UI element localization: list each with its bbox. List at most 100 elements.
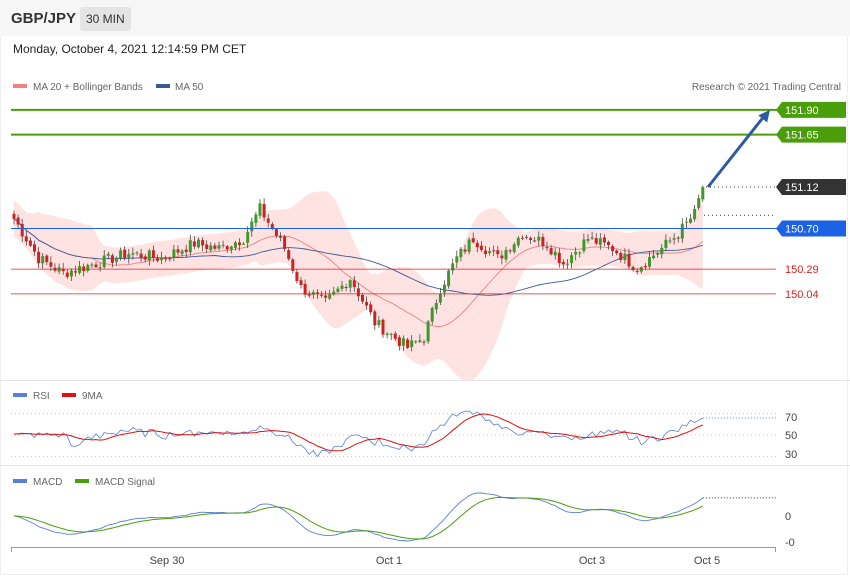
candle-body — [41, 256, 45, 264]
candle-body — [467, 239, 471, 252]
candle-body — [340, 285, 344, 289]
candle-body — [303, 283, 307, 295]
candle-body — [131, 253, 135, 255]
candle-body — [447, 270, 451, 287]
candle-body — [689, 218, 692, 223]
candle-body — [672, 238, 676, 240]
candle — [381, 318, 385, 338]
candle-body — [365, 301, 369, 306]
candle-body — [418, 340, 422, 342]
legend-swatch-rsi — [13, 393, 27, 397]
macd-panel — [13, 492, 776, 542]
candle-body — [16, 217, 20, 225]
candle-body — [279, 235, 282, 238]
candle-body — [324, 295, 328, 298]
candle-body — [348, 280, 352, 288]
candle-body — [570, 255, 574, 264]
candle-body — [168, 258, 172, 260]
chart-canvas: MA 20 + Bollinger Bands MA 50 Research ©… — [0, 82, 850, 567]
x-tick-sep30: Sep 30 — [150, 555, 185, 567]
candle-body — [496, 250, 500, 255]
candle — [258, 199, 262, 219]
candle-body — [320, 294, 323, 296]
candle-body — [615, 250, 619, 254]
candle-body — [102, 255, 106, 268]
candle-body — [463, 249, 467, 252]
macd-line — [13, 492, 704, 542]
candle-body — [361, 294, 364, 302]
candle-body — [598, 238, 602, 245]
candle-body — [143, 256, 147, 260]
candle-body — [406, 339, 410, 348]
candle-body — [443, 284, 446, 293]
candle-body — [188, 240, 192, 253]
candle-body — [697, 198, 701, 208]
legend-macd-signal: MACD Signal — [95, 477, 155, 488]
candle-body — [402, 338, 405, 346]
candle-body — [410, 340, 414, 348]
legend-swatch-ma50 — [156, 84, 170, 88]
candle-body — [664, 239, 668, 249]
candle-body — [590, 237, 594, 239]
candle-body — [484, 250, 487, 255]
candle — [438, 287, 442, 305]
candle-body — [307, 294, 311, 296]
candle-body — [233, 242, 237, 248]
candle-body — [192, 241, 196, 247]
candle-body — [94, 264, 98, 268]
candle-body — [566, 263, 569, 265]
candle-body — [147, 250, 151, 261]
candle-body — [209, 245, 213, 251]
candle-body — [525, 236, 528, 239]
candle-body — [156, 258, 159, 261]
candle-body — [328, 294, 332, 299]
legend-swatch-macd — [13, 479, 27, 483]
candle-body — [86, 264, 90, 271]
candle-body — [344, 287, 348, 289]
legend-swatch-ma20 — [13, 84, 27, 88]
candle-body — [541, 236, 545, 247]
candle — [701, 185, 705, 202]
candle-body — [65, 272, 69, 277]
copyright: Research © 2021 Trading Central — [692, 82, 841, 93]
candle-body — [385, 333, 389, 335]
candle-body — [422, 341, 426, 343]
candle-body — [684, 221, 688, 223]
candle-body — [352, 280, 356, 288]
candle-body — [627, 253, 631, 267]
candle-body — [12, 213, 16, 219]
x-tick-oct5: Oct 5 — [694, 555, 720, 567]
candle-body — [356, 288, 360, 297]
rsi-line — [13, 410, 703, 458]
candle-body — [135, 252, 139, 254]
candle-body — [106, 253, 110, 256]
legend-ma50: MA 50 — [175, 82, 204, 93]
candle-body — [115, 257, 118, 262]
candle-body — [668, 240, 672, 242]
candle-body — [274, 229, 278, 236]
candle-body — [537, 236, 541, 241]
candle-body — [438, 293, 442, 303]
candle-body — [426, 321, 430, 342]
candle-body — [213, 245, 217, 249]
candle — [689, 213, 692, 224]
candle-body — [656, 253, 660, 255]
candle-body — [619, 252, 623, 260]
candle-body — [500, 255, 504, 259]
candle-body — [373, 311, 377, 326]
candle-body — [676, 237, 680, 239]
candle-body — [24, 236, 28, 242]
candle-body — [266, 218, 270, 223]
candle-body — [533, 240, 537, 242]
level-151-12-label: 151.12 — [785, 182, 819, 194]
legend-swatch-macd-signal — [75, 479, 89, 483]
candle-body — [287, 250, 291, 259]
candle-body — [455, 256, 459, 263]
candle-body — [28, 240, 32, 246]
candle — [373, 309, 377, 331]
candle-body — [242, 243, 246, 245]
candle-body — [377, 320, 381, 326]
candle-body — [504, 250, 508, 260]
candle-body — [459, 248, 463, 258]
candle-body — [701, 187, 705, 200]
